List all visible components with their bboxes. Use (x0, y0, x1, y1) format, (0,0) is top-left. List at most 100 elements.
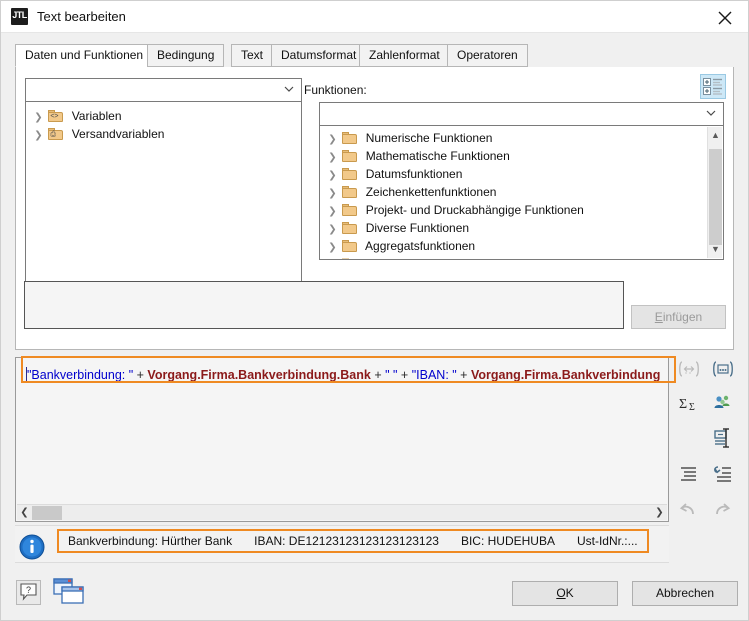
folder-icon (342, 186, 358, 198)
scroll-right-icon[interactable]: ❯ (652, 505, 667, 521)
folder-icon (342, 150, 358, 162)
user-group-button[interactable] (711, 393, 737, 417)
folder-icon (342, 240, 358, 252)
app-logo-icon: JTL (11, 8, 28, 25)
close-window-button[interactable] (702, 1, 748, 32)
functions-filter-combo[interactable] (319, 102, 724, 126)
tree-item-versandvariablen[interactable]: ❯ ⎙ Versandvariablen (26, 125, 301, 143)
tree-item-label: Variablen (71, 109, 122, 123)
chevron-right-icon[interactable]: ❯ (32, 127, 45, 145)
function-group-label: Datumsfunktionen (365, 167, 463, 181)
tab-text[interactable]: Text (231, 44, 274, 67)
function-group-barcode[interactable]: ❯ Barcodefunktionen (320, 255, 707, 259)
scrollbar-thumb[interactable] (709, 149, 722, 245)
tab-bedingung[interactable]: Bedingung (147, 44, 225, 67)
preview-segment-ustid: Ust-IdNr.:... (576, 534, 638, 548)
function-group-label: Aggregatsfunktionen (365, 239, 476, 253)
svg-text:Σ: Σ (679, 397, 687, 412)
scroll-up-icon[interactable]: ▲ (708, 127, 723, 144)
preview-result-text: Bankverbindung: Hürther Bank IBAN: DE1212… (57, 529, 649, 553)
chevron-down-icon (706, 110, 716, 116)
ok-button-label: K (565, 586, 574, 600)
folder-icon (342, 204, 358, 216)
description-textbox[interactable] (24, 281, 624, 329)
variables-filter-combo[interactable] (25, 78, 302, 102)
sort-list-button[interactable] (711, 464, 737, 488)
tab-operatoren[interactable]: Operatoren (447, 44, 528, 67)
insert-brackets-icon (679, 361, 699, 377)
svg-text:?: ? (26, 585, 31, 595)
folder-printer-icon: ⎙ (48, 128, 64, 140)
cascade-windows-button[interactable] (51, 576, 87, 608)
undo-button[interactable] (677, 499, 703, 523)
tab-zahlenformat[interactable]: Zahlenformat (359, 44, 450, 67)
redo-icon (716, 503, 731, 515)
user-group-icon (714, 395, 730, 408)
preview-segment-iban: IBAN: DE12123123123123123123 (254, 534, 439, 548)
functions-scrollbar[interactable]: ▲ ▼ (707, 127, 722, 258)
tree-item-label: Versandvariablen (71, 127, 165, 141)
folder-icon (342, 258, 357, 259)
insert-button[interactable]: Einfügen (631, 305, 726, 329)
sum-sigma-icon: Σ Σ (679, 397, 695, 413)
formula-toolbar: Σ Σ (673, 359, 741, 524)
folder-icon (342, 222, 358, 234)
align-object-button[interactable] (711, 427, 737, 451)
cascade-windows-icon (53, 578, 84, 604)
scroll-left-icon[interactable]: ❮ (17, 505, 32, 521)
undo-icon (679, 503, 694, 515)
formula-editor[interactable]: "Bankverbindung: " + Vorgang.Firma.Bankv… (15, 357, 669, 522)
function-group-label: Barcodefunktionen (366, 257, 466, 259)
scroll-down-icon[interactable]: ▼ (708, 241, 723, 258)
help-question-icon: ? (20, 583, 37, 601)
sort-list-icon (714, 466, 731, 482)
folder-icon (342, 168, 358, 180)
tab-daten-und-funktionen[interactable]: Daten und Funktionen (15, 44, 154, 67)
functions-tree[interactable]: ❯ Numerische Funktionen ❯ Mathematische … (319, 125, 724, 260)
insert-button-label: infügen (662, 310, 703, 324)
insert-brackets-button[interactable] (677, 359, 703, 383)
tree-item-variablen[interactable]: ❯ <> Variablen (26, 107, 301, 125)
text-editor-dialog: JTL Text bearbeiten Daten und Funktionen… (0, 0, 749, 621)
insert-parentheses-icon (713, 361, 733, 377)
function-group-zeichenkette[interactable]: ❯ Zeichenkettenfunktionen (320, 183, 707, 201)
function-group-label: Diverse Funktionen (365, 221, 470, 235)
function-group-numerische[interactable]: ❯ Numerische Funktionen (320, 129, 707, 147)
help-button[interactable]: ? (16, 580, 41, 605)
preview-segment-bic: BIC: HUDEHUBA (460, 534, 555, 548)
redo-button[interactable] (711, 499, 737, 523)
cancel-button[interactable]: Abbrechen (632, 581, 738, 606)
preview-segment-bank: Bankverbindung: Hürther Bank (68, 534, 233, 548)
tab-strip: Daten und Funktionen Bedingung Text Datu… (15, 44, 734, 67)
chevron-right-icon[interactable]: ❯ (326, 257, 339, 259)
function-group-projekt-druck[interactable]: ❯ Projekt- und Druckabhängige Funktionen (320, 201, 707, 219)
window-title: Text bearbeiten (37, 9, 126, 24)
tab-datumsformat[interactable]: Datumsformat (271, 44, 367, 67)
align-object-icon (714, 428, 729, 448)
folder-icon (342, 132, 358, 144)
insert-button-accel: E (654, 310, 663, 324)
insert-parentheses-button[interactable] (711, 359, 737, 383)
function-group-aggregat[interactable]: ❯ Aggregatsfunktionen (320, 237, 707, 255)
close-icon (718, 11, 732, 25)
ok-button[interactable]: OK (512, 581, 618, 606)
expand-collapse-tree-icon (703, 78, 722, 95)
folder-code-icon: <> (48, 110, 64, 122)
indent-list-button[interactable] (677, 464, 703, 488)
svg-text:Σ: Σ (689, 402, 695, 413)
formula-text[interactable]: "Bankverbindung: " + Vorgang.Firma.Bankv… (26, 366, 660, 384)
function-group-label: Mathematische Funktionen (365, 149, 510, 163)
variables-tree[interactable]: ❯ <> Variablen ❯ ⎙ Versandvariablen (25, 101, 302, 298)
sum-function-button[interactable]: Σ Σ (677, 393, 703, 417)
formula-token-operator: + (456, 368, 471, 382)
expand-collapse-tree-button[interactable] (700, 74, 726, 99)
scrollbar-thumb[interactable] (32, 506, 62, 520)
formula-token-string: "Bankverbindung: " (27, 368, 134, 382)
function-group-diverse[interactable]: ❯ Diverse Funktionen (320, 219, 707, 237)
formula-token-operator: + (397, 368, 412, 382)
ok-button-accel: O (556, 586, 566, 600)
formula-horizontal-scrollbar[interactable]: ❮ ❯ (17, 504, 667, 520)
function-group-mathematische[interactable]: ❯ Mathematische Funktionen (320, 147, 707, 165)
functions-label: Funktionen: (304, 83, 367, 97)
function-group-datum[interactable]: ❯ Datumsfunktionen (320, 165, 707, 183)
